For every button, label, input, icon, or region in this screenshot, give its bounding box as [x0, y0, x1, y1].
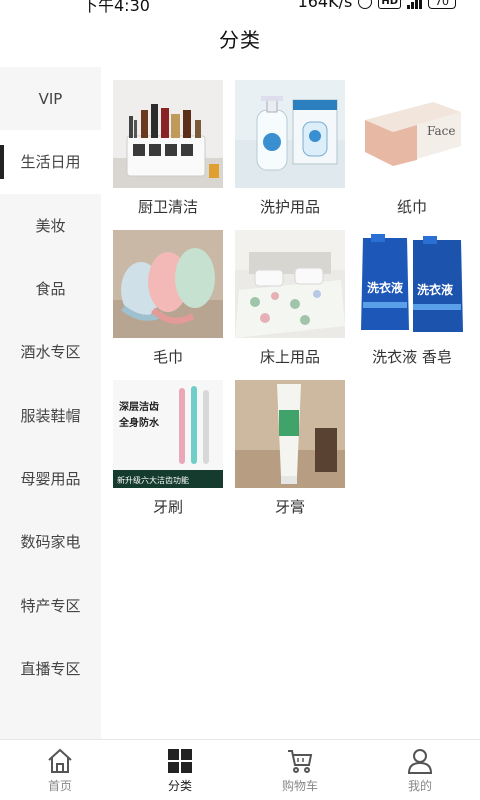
subcategory-label: 牙膏: [274, 498, 305, 516]
detergent-text-right: 洗衣液: [417, 282, 453, 297]
towels-image: [113, 230, 223, 338]
battery-indicator: 70: [428, 0, 456, 9]
bottom-tab-bar: 首页 分类 购物车 我的: [0, 739, 480, 800]
tissue-image: Face: [357, 80, 467, 188]
subcategory-towels[interactable]: 毛巾: [113, 230, 223, 367]
subcategory-label: 毛巾: [152, 348, 183, 366]
subcategory-toothpaste[interactable]: 牙膏: [235, 380, 345, 517]
bedding-image: [235, 230, 345, 338]
laundry-soap-image: 洗衣液 洗衣液: [357, 230, 467, 338]
subcategory-personal-care[interactable]: 洗护用品: [235, 80, 345, 217]
sidebar-item-label: VIP: [38, 89, 63, 108]
tab-label: 分类: [167, 779, 192, 793]
sidebar-item-beauty[interactable]: 美妆: [0, 194, 101, 257]
sidebar-item-label: 美妆: [35, 216, 66, 235]
sidebar-item-apparel[interactable]: 服装鞋帽: [0, 383, 101, 446]
status-bar: 下午4:30 164K/s HD 70: [0, 0, 480, 15]
subcategory-label: 厨卫清洁: [137, 198, 198, 216]
subcategory-laundry-soap[interactable]: 洗衣液 洗衣液 洗衣液 香皂: [357, 230, 467, 367]
subcategory-label: 纸巾: [396, 198, 427, 216]
subcategory-label: 洗护用品: [259, 198, 320, 216]
sidebar-item-label: 服装鞋帽: [20, 406, 81, 425]
tab-home[interactable]: 首页: [0, 740, 120, 800]
subcategory-label: 床上用品: [259, 348, 320, 366]
subcategory-kitchen-cleaning[interactable]: 厨卫清洁: [113, 80, 223, 217]
status-time: 下午4:30: [82, 0, 150, 15]
toothbrush-image: 深层洁齿 全身防水 新升级六大洁齿功能: [113, 380, 223, 488]
sidebar-item-label: 生活日用: [20, 153, 81, 172]
subcategory-label: 牙刷: [152, 498, 183, 516]
toothpaste-image: [235, 380, 345, 488]
subcategory-toothbrush[interactable]: 深层洁齿 全身防水 新升级六大洁齿功能 牙刷: [113, 380, 223, 517]
net-speed: 164K/s: [297, 0, 353, 11]
alarm-icon: [358, 0, 373, 9]
kitchen-cleaning-image: [113, 80, 223, 188]
tab-profile[interactable]: 我的: [360, 740, 480, 800]
page-title: 分类: [219, 28, 261, 52]
subcategory-tissue[interactable]: Face 纸巾: [357, 80, 467, 217]
sidebar-item-food[interactable]: 食品: [0, 257, 101, 320]
toothbrush-promo-2: 全身防水: [118, 416, 160, 429]
hd-badge: HD: [378, 0, 401, 9]
category-sidebar: VIP 生活日用 美妆 食品 酒水专区 服装鞋帽 母婴用品 数码家电 特产专区 …: [0, 67, 101, 739]
tissue-brand-text: Face: [427, 124, 456, 138]
cart-icon: [288, 750, 313, 773]
sidebar-item-live[interactable]: 直播专区: [0, 637, 101, 700]
sidebar-item-baby[interactable]: 母婴用品: [0, 447, 101, 510]
subcategory-label: 洗衣液 香皂: [372, 348, 452, 366]
sidebar-item-label: 食品: [35, 280, 66, 299]
sidebar-item-electronics[interactable]: 数码家电: [0, 510, 101, 573]
personal-care-image: [235, 80, 345, 188]
tab-label: 首页: [47, 779, 72, 793]
tab-label: 购物车: [281, 779, 318, 793]
signal-icon: [407, 0, 422, 9]
subcategory-bedding[interactable]: 床上用品: [235, 230, 345, 367]
sidebar-item-daily-use[interactable]: 生活日用: [0, 130, 101, 194]
sidebar-item-label: 特产专区: [20, 596, 81, 615]
user-icon: [407, 749, 433, 774]
sidebar-item-drinks[interactable]: 酒水专区: [0, 320, 101, 383]
tab-category[interactable]: 分类: [120, 740, 240, 800]
toothbrush-promo-1: 深层洁齿: [119, 400, 159, 413]
sidebar-item-label: 直播专区: [20, 659, 81, 678]
sidebar-item-label: 数码家电: [20, 533, 81, 552]
sidebar-item-specialty[interactable]: 特产专区: [0, 573, 101, 636]
sidebar-item-label: 母婴用品: [20, 469, 81, 488]
tab-cart[interactable]: 购物车: [240, 740, 360, 800]
tab-label: 我的: [407, 779, 432, 793]
category-icon: [168, 749, 192, 773]
home-icon: [48, 748, 72, 773]
sidebar-item-label: 酒水专区: [20, 343, 81, 362]
toothbrush-promo-banner: 新升级六大洁齿功能: [117, 475, 189, 485]
sidebar-item-vip[interactable]: VIP: [0, 67, 101, 130]
status-right: 164K/s HD 70: [298, 0, 456, 11]
detergent-text-left: 洗衣液: [367, 280, 403, 295]
